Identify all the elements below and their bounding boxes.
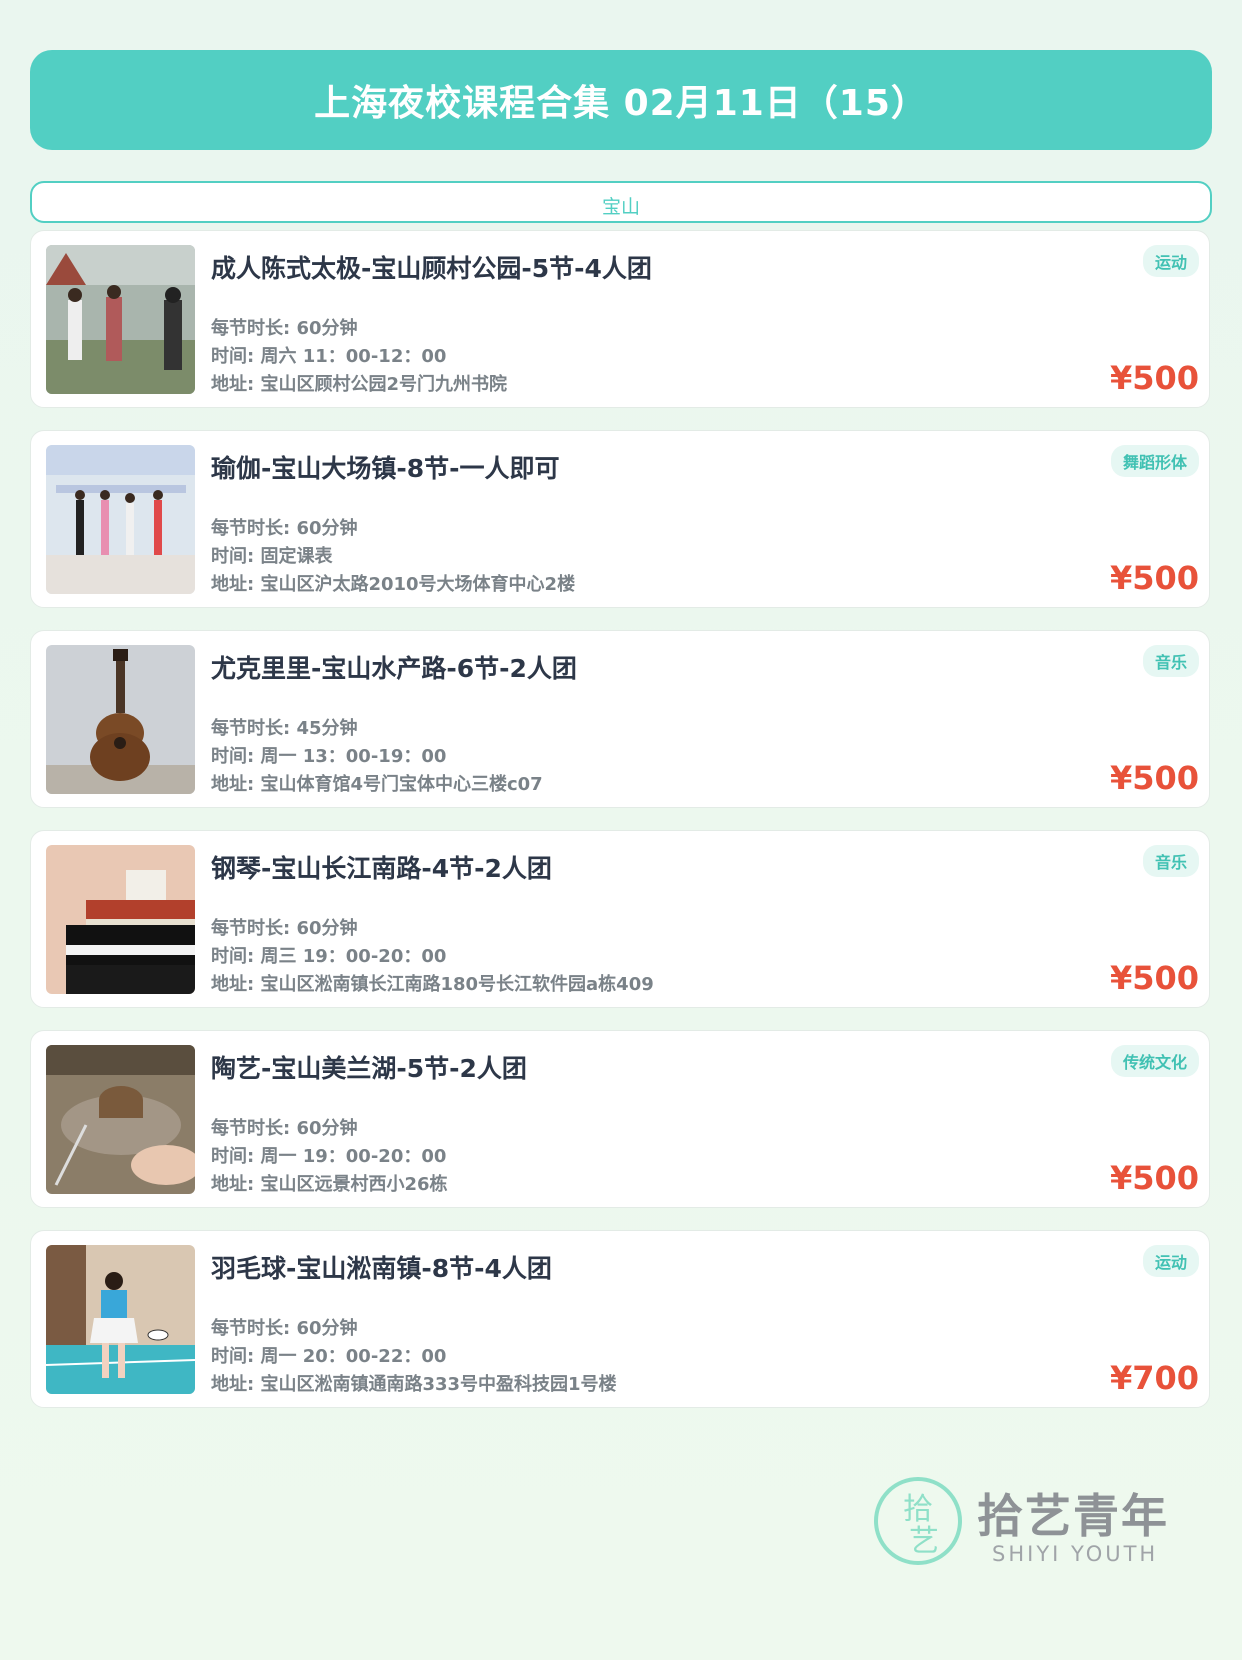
- course-title: 钢琴-宝山长江南路-4节-2人团: [211, 854, 552, 883]
- course-time: 时间: 固定课表: [211, 546, 333, 567]
- course-thumbnail: [46, 1045, 195, 1194]
- svg-text:艺: 艺: [909, 1524, 939, 1559]
- course-title: 羽毛球-宝山淞南镇-8节-4人团: [211, 1254, 552, 1283]
- course-thumbnail: [46, 645, 195, 794]
- logo-text-cn: 拾艺青年: [977, 1489, 1169, 1543]
- course-price: ¥500: [1109, 1159, 1199, 1197]
- course-price: ¥500: [1109, 559, 1199, 597]
- course-card[interactable]: 瑜伽-宝山大场镇-8节-一人即可 每节时长: 60分钟 时间: 固定课表 地址:…: [30, 430, 1210, 608]
- course-address: 地址: 宝山区远景村西小26栋: [211, 1174, 448, 1195]
- course-thumbnail: [46, 245, 195, 394]
- region-filter-tab[interactable]: 宝山: [30, 181, 1212, 223]
- course-time: 时间: 周三 19：00-20：00: [211, 946, 447, 967]
- brand-logo: 拾 艺 拾艺青年 SHIYI YOUTH: [872, 1470, 1182, 1580]
- course-time: 时间: 周一 19：00-20：00: [211, 1146, 447, 1167]
- logo-text-en: SHIYI YOUTH: [992, 1542, 1159, 1566]
- course-card[interactable]: 陶艺-宝山美兰湖-5节-2人团 每节时长: 60分钟 时间: 周一 19：00-…: [30, 1030, 1210, 1208]
- course-title: 瑜伽-宝山大场镇-8节-一人即可: [211, 454, 560, 483]
- course-address: 地址: 宝山区淞南镇通南路333号中盈科技园1号楼: [211, 1374, 617, 1395]
- course-thumbnail: [46, 1245, 195, 1394]
- page-title: 上海夜校课程合集 02月11日（15）: [314, 83, 928, 124]
- course-card[interactable]: 尤克里里-宝山水产路-6节-2人团 每节时长: 45分钟 时间: 周一 13：0…: [30, 630, 1210, 808]
- course-duration: 每节时长: 60分钟: [211, 918, 358, 939]
- course-price: ¥700: [1109, 1359, 1199, 1397]
- category-tag: 音乐: [1142, 845, 1199, 877]
- course-time: 时间: 周一 20：00-22：00: [211, 1346, 447, 1367]
- course-card[interactable]: 成人陈式太极-宝山顾村公园-5节-4人团 每节时长: 60分钟 时间: 周六 1…: [30, 230, 1210, 408]
- course-address: 地址: 宝山区淞南镇长江南路180号长江软件园a栋409: [211, 974, 654, 995]
- course-thumbnail: [46, 445, 195, 594]
- course-duration: 每节时长: 60分钟: [211, 1118, 358, 1139]
- course-duration: 每节时长: 60分钟: [211, 1318, 358, 1339]
- course-title: 尤克里里-宝山水产路-6节-2人团: [211, 654, 577, 683]
- category-tag: 运动: [1142, 1245, 1199, 1277]
- course-time: 时间: 周六 11：00-12：00: [211, 346, 447, 367]
- course-time: 时间: 周一 13：00-19：00: [211, 746, 447, 767]
- course-duration: 每节时长: 60分钟: [211, 518, 358, 539]
- course-card[interactable]: 羽毛球-宝山淞南镇-8节-4人团 每节时长: 60分钟 时间: 周一 20：00…: [30, 1230, 1210, 1408]
- course-price: ¥500: [1109, 759, 1199, 797]
- course-card[interactable]: 钢琴-宝山长江南路-4节-2人团 每节时长: 60分钟 时间: 周三 19：00…: [30, 830, 1210, 1008]
- logo-mark-icon: 拾 艺: [874, 1477, 962, 1565]
- course-price: ¥500: [1109, 359, 1199, 397]
- course-title: 成人陈式太极-宝山顾村公园-5节-4人团: [211, 254, 652, 283]
- category-tag: 舞蹈形体: [1110, 445, 1199, 477]
- course-duration: 每节时长: 60分钟: [211, 318, 358, 339]
- course-address: 地址: 宝山体育馆4号门宝体中心三楼c07: [211, 774, 543, 795]
- header-banner: 上海夜校课程合集 02月11日（15）: [30, 50, 1212, 150]
- svg-text:拾: 拾: [903, 1492, 933, 1527]
- course-title: 陶艺-宝山美兰湖-5节-2人团: [211, 1054, 527, 1083]
- region-label: 宝山: [601, 196, 640, 218]
- category-tag: 音乐: [1142, 645, 1199, 677]
- course-address: 地址: 宝山区顾村公园2号门九州书院: [211, 374, 507, 395]
- course-thumbnail: [46, 845, 195, 994]
- course-duration: 每节时长: 45分钟: [211, 718, 358, 739]
- course-price: ¥500: [1109, 959, 1199, 997]
- course-address: 地址: 宝山区沪太路2010号大场体育中心2楼: [211, 574, 576, 595]
- category-tag: 运动: [1142, 245, 1199, 277]
- category-tag: 传统文化: [1110, 1045, 1199, 1077]
